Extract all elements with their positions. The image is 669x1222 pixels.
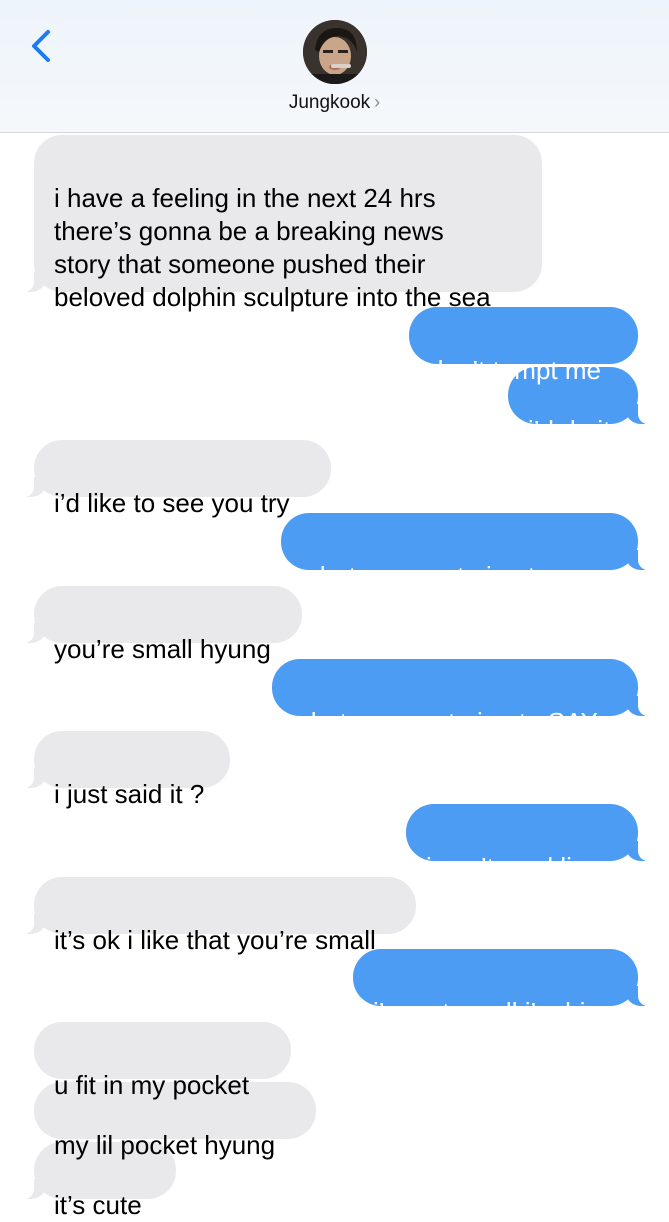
message-text: i have a feeling in the next 24 hrs ther… xyxy=(54,183,491,312)
message-text: what are you trying to SAY xyxy=(292,707,598,737)
message-text: my lil pocket hyung xyxy=(54,1130,276,1160)
message-text: it’s cute xyxy=(54,1190,142,1220)
message-text: i just said it ? xyxy=(54,779,205,809)
message-bubble-incoming[interactable]: u fit in my pocket xyxy=(34,1022,291,1100)
message-bubble-incoming[interactable]: i have a feeling in the next 24 hrs ther… xyxy=(24,135,542,312)
message-bubble-incoming[interactable]: you’re small hyung xyxy=(24,586,302,664)
message-bubble-outgoing[interactable]: what are you trying to SAY xyxy=(272,659,648,737)
message-text: u fit in my pocket xyxy=(54,1070,250,1100)
message-bubble-outgoing[interactable]: don’t tempt me xyxy=(409,307,638,385)
message-text: i’d do it xyxy=(528,415,611,445)
message-bubble-incoming[interactable]: i just said it ? xyxy=(24,731,230,809)
message-text: i’d like to see you try xyxy=(54,488,290,518)
message-thread: i have a feeling in the next 24 hrs ther… xyxy=(0,0,669,1220)
message-text: it’s ok i like that you’re small xyxy=(54,925,376,955)
message-text: i can’t read lies xyxy=(426,852,600,882)
message-text: you’re small hyung xyxy=(54,634,271,664)
message-bubble-incoming[interactable]: i’d like to see you try xyxy=(24,440,331,518)
message-text: don’t tempt me xyxy=(429,355,601,385)
message-text: i’m not small i’m big xyxy=(373,997,600,1027)
message-bubble-outgoing[interactable]: what are you trying to say xyxy=(281,513,648,591)
message-bubble-outgoing[interactable]: i’m not small i’m big xyxy=(353,949,648,1027)
message-bubble-incoming[interactable]: it’s ok i like that you’re small xyxy=(24,877,416,955)
message-text: what are you trying to say xyxy=(301,561,598,591)
message-bubble-outgoing[interactable]: i can’t read lies xyxy=(406,804,648,882)
